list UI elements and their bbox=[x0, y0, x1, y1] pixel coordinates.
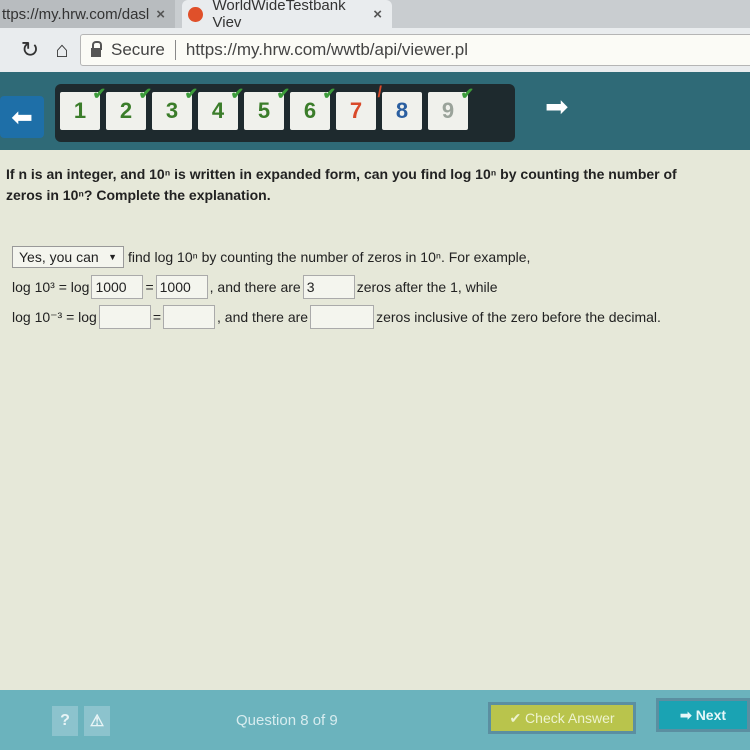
question-text: If n is an integer, and 10ⁿ is written i… bbox=[6, 166, 677, 203]
browser-tab-dashboard[interactable]: ttps://my.hrw.com/dasl × bbox=[0, 0, 175, 28]
reload-icon[interactable]: ↻ bbox=[18, 37, 42, 63]
answer-line2-mid: , and there are bbox=[209, 279, 301, 295]
prev-question-button[interactable]: ⬅ bbox=[0, 96, 44, 138]
question-8-button[interactable]: 8 bbox=[382, 92, 422, 130]
question-number: 1 bbox=[73, 98, 87, 123]
check-answer-button[interactable]: ✔ Check Answer bbox=[488, 702, 636, 734]
browser-tab-bar: ttps://my.hrw.com/dasl × WorldWideTestban… bbox=[0, 0, 750, 31]
answer-area: Yes, you can ▼ find log 10ⁿ by counting t… bbox=[12, 242, 661, 332]
answer-field-5[interactable] bbox=[163, 305, 216, 329]
question-7-button[interactable]: 7/ bbox=[336, 84, 382, 130]
question-nav-strip: 1 ✔ 2 ✔ 3 ✔ 4 ✔ 5 ✔ 6 ✔ 7/ 8 9 ✔ bbox=[55, 84, 515, 142]
url-text: https://my.hrw.com/wwtb/api/viewer.pl bbox=[185, 40, 469, 59]
check-icon: ✔ bbox=[322, 86, 336, 103]
warning-icon: ⚠ bbox=[89, 713, 105, 730]
answer-field-3[interactable]: 3 bbox=[302, 275, 355, 299]
question-1-button[interactable]: 1 ✔ bbox=[60, 86, 106, 130]
answer-line2-prefix: log 10³ = log bbox=[12, 279, 90, 295]
check-icon: ✔ bbox=[230, 86, 244, 103]
secure-label: Secure bbox=[111, 40, 165, 59]
check-icon: ✔ bbox=[460, 86, 474, 103]
tab-title: ttps://my.hrw.com/dasl bbox=[2, 5, 150, 23]
footer-bar: ? ⚠ Question 8 of 9 ✔ Check Answer ➡ Next bbox=[0, 690, 750, 750]
divider bbox=[174, 40, 176, 60]
next-button[interactable]: ➡ Next bbox=[656, 698, 750, 732]
help-button[interactable]: ? bbox=[52, 706, 78, 736]
answer-field-2[interactable]: 1000 bbox=[155, 275, 208, 299]
answer-dropdown[interactable]: Yes, you can ▼ bbox=[12, 246, 124, 268]
chevron-down-icon: ▼ bbox=[108, 252, 117, 262]
question-mark-icon: ? bbox=[60, 712, 70, 729]
question-number: 4 bbox=[211, 98, 225, 123]
arrow-right-icon: ➡ bbox=[679, 706, 692, 723]
browser-tab-testbank[interactable]: WorldWideTestbank Viev × bbox=[182, 0, 392, 31]
home-icon[interactable]: ⌂ bbox=[50, 37, 74, 63]
question-9-button[interactable]: 9 ✔ bbox=[428, 86, 474, 130]
favicon-icon bbox=[188, 6, 203, 22]
question-number: 5 bbox=[257, 98, 271, 123]
question-number: 2 bbox=[119, 98, 133, 123]
answer-field-1[interactable]: 1000 bbox=[91, 275, 144, 299]
dropdown-value: Yes, you can bbox=[19, 249, 99, 265]
question-number: 7 bbox=[349, 98, 363, 123]
equals-sign: = bbox=[145, 279, 154, 295]
next-label: Next bbox=[695, 707, 727, 723]
arrow-left-icon: ⬅ bbox=[11, 101, 33, 132]
answer-line3-prefix: log 10⁻³ = log bbox=[12, 309, 97, 325]
check-icon: ✔ bbox=[138, 86, 152, 103]
answer-line3-suffix: zeros inclusive of the zero before the d… bbox=[376, 309, 661, 325]
close-tab-icon[interactable]: × bbox=[156, 6, 165, 23]
report-button[interactable]: ⚠ bbox=[84, 706, 110, 736]
close-tab-icon[interactable]: × bbox=[373, 6, 382, 23]
question-counter: Question 8 of 9 bbox=[236, 712, 338, 729]
tab-title: WorldWideTestbank Viev bbox=[212, 0, 346, 31]
next-question-arrow-icon[interactable]: ➡ bbox=[545, 90, 568, 123]
equals-sign: = bbox=[152, 309, 162, 325]
question-number: 6 bbox=[303, 98, 317, 123]
question-5-button[interactable]: 5 ✔ bbox=[244, 86, 290, 130]
question-number: 9 bbox=[441, 98, 455, 123]
answer-line3-mid: , and there are bbox=[217, 309, 309, 325]
answer-field-6[interactable] bbox=[310, 305, 375, 329]
check-icon: ✔ bbox=[92, 86, 106, 103]
lock-icon bbox=[91, 40, 102, 57]
address-bar-row: ↻ ⌂ Secure https://my.hrw.com/wwtb/api/v… bbox=[0, 28, 750, 72]
check-icon: ✔ bbox=[276, 86, 290, 103]
question-2-button[interactable]: 2 ✔ bbox=[106, 86, 152, 130]
question-nav-header: ⬅ 1 ✔ 2 ✔ 3 ✔ 4 ✔ 5 ✔ 6 ✔ 7/ 8 9 ✔ ➡ bbox=[0, 72, 750, 150]
question-4-button[interactable]: 4 ✔ bbox=[198, 86, 244, 130]
answer-line2-suffix: zeros after the 1, while bbox=[356, 279, 498, 295]
question-panel: If n is an integer, and 10ⁿ is written i… bbox=[0, 150, 750, 690]
question-6-button[interactable]: 6 ✔ bbox=[290, 86, 336, 130]
url-input[interactable]: Secure https://my.hrw.com/wwtb/api/viewe… bbox=[80, 34, 750, 66]
question-number: 3 bbox=[165, 98, 179, 123]
question-number: 8 bbox=[395, 98, 409, 123]
answer-line1-text: find log 10ⁿ by counting the number of z… bbox=[128, 249, 531, 265]
check-icon: ✔ bbox=[184, 86, 198, 103]
answer-field-4[interactable] bbox=[98, 305, 151, 329]
question-3-button[interactable]: 3 ✔ bbox=[152, 86, 198, 130]
